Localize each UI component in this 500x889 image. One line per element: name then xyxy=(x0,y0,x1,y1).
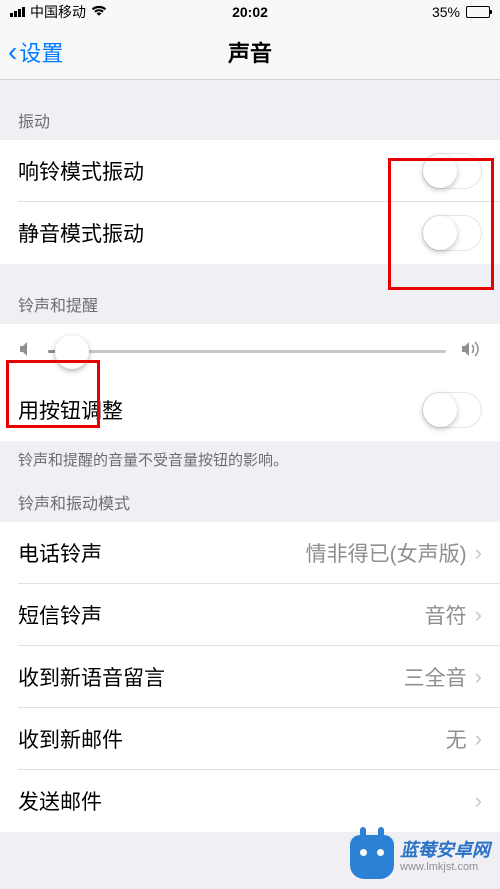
sent-mail-cell[interactable]: 发送邮件 › xyxy=(0,770,500,832)
ringtone-value: 情非得已(女声版) xyxy=(306,538,467,568)
silent-vibration-toggle[interactable] xyxy=(422,215,482,251)
ring-vibration-label: 响铃模式振动 xyxy=(18,156,144,186)
button-adjust-label: 用按钮调整 xyxy=(18,395,123,425)
section-header-sounds: 铃声和振动模式 xyxy=(0,478,500,522)
page-title: 声音 xyxy=(228,36,272,68)
nav-bar: ‹ 设置 声音 xyxy=(0,24,500,80)
battery-percent: 35% xyxy=(432,4,460,20)
ringer-group: 用按钮调整 xyxy=(0,324,500,441)
back-label: 设置 xyxy=(19,36,63,68)
watermark-title: 蓝莓安卓网 xyxy=(400,840,490,862)
ringtone-label: 电话铃声 xyxy=(18,538,102,568)
sounds-group: 电话铃声 情非得已(女声版) › 短信铃声 音符 › 收到新语音留言 三全音 ›… xyxy=(0,522,500,832)
vibration-group: 响铃模式振动 静音模式振动 xyxy=(0,140,500,264)
section-header-vibration: 振动 xyxy=(0,80,500,140)
back-button[interactable]: ‹ 设置 xyxy=(0,36,63,68)
chevron-right-icon: › xyxy=(475,664,482,690)
text-tone-label: 短信铃声 xyxy=(18,600,102,630)
wifi-icon xyxy=(91,4,107,20)
slider-thumb[interactable] xyxy=(55,335,89,369)
speaker-low-icon xyxy=(18,341,34,362)
button-adjust-cell[interactable]: 用按钮调整 xyxy=(0,379,500,441)
status-right: 35% xyxy=(432,4,490,20)
text-tone-cell[interactable]: 短信铃声 音符 › xyxy=(0,584,500,646)
button-adjust-toggle[interactable] xyxy=(422,392,482,428)
watermark-url: www.lmkjst.com xyxy=(400,861,490,874)
sent-mail-label: 发送邮件 xyxy=(18,786,102,816)
chevron-right-icon: › xyxy=(475,540,482,566)
battery-icon xyxy=(463,6,490,18)
status-left: 中国移动 xyxy=(10,2,107,22)
voicemail-label: 收到新语音留言 xyxy=(18,662,165,692)
voicemail-cell[interactable]: 收到新语音留言 三全音 › xyxy=(0,646,500,708)
ringer-footer: 铃声和提醒的音量不受音量按钮的影响。 xyxy=(0,441,500,478)
ring-vibration-toggle[interactable] xyxy=(422,153,482,189)
silent-vibration-label: 静音模式振动 xyxy=(18,218,144,248)
watermark: 蓝莓安卓网 www.lmkjst.com xyxy=(350,835,490,879)
new-mail-value: 无 xyxy=(446,724,467,754)
section-header-ringer: 铃声和提醒 xyxy=(0,264,500,324)
ringtone-cell[interactable]: 电话铃声 情非得已(女声版) › xyxy=(0,522,500,584)
watermark-icon xyxy=(350,835,394,879)
voicemail-value: 三全音 xyxy=(404,662,467,692)
new-mail-cell[interactable]: 收到新邮件 无 › xyxy=(0,708,500,770)
status-bar: 中国移动 20:02 35% xyxy=(0,0,500,24)
chevron-right-icon: › xyxy=(475,788,482,814)
silent-vibration-cell[interactable]: 静音模式振动 xyxy=(0,202,500,264)
volume-slider[interactable] xyxy=(48,350,446,353)
new-mail-label: 收到新邮件 xyxy=(18,724,123,754)
chevron-right-icon: › xyxy=(475,602,482,628)
chevron-left-icon: ‹ xyxy=(8,36,17,68)
signal-icon xyxy=(10,7,25,17)
carrier-label: 中国移动 xyxy=(30,2,86,22)
text-tone-value: 音符 xyxy=(425,600,467,630)
status-time: 20:02 xyxy=(232,4,268,20)
chevron-right-icon: › xyxy=(475,726,482,752)
speaker-high-icon xyxy=(460,340,482,363)
ring-vibration-cell[interactable]: 响铃模式振动 xyxy=(0,140,500,202)
volume-slider-cell xyxy=(0,324,500,379)
